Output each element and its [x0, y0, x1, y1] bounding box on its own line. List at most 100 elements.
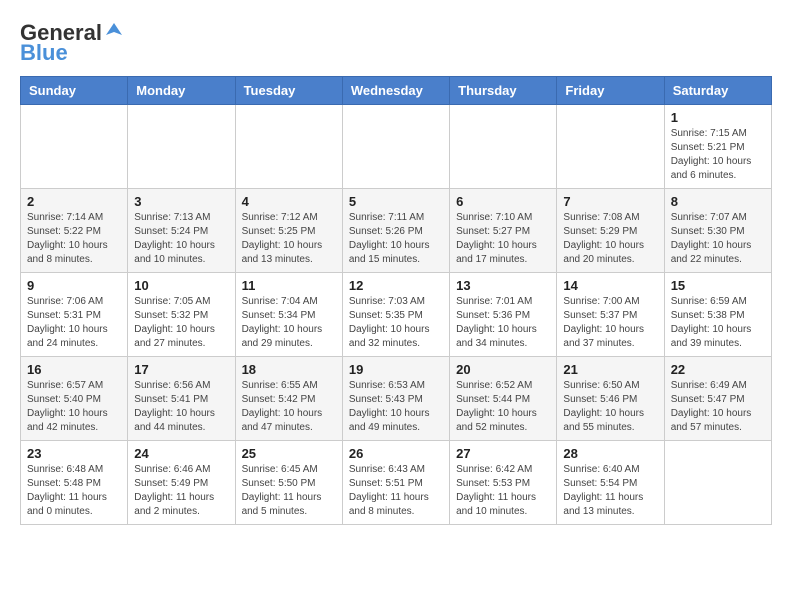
day-info: Sunrise: 7:06 AM Sunset: 5:31 PM Dayligh…: [27, 295, 121, 351]
calendar-cell: 4 Sunrise: 7:12 AM Sunset: 5:25 PM Daylig…: [235, 189, 342, 273]
calendar-cell: 19Sunrise: 6:53 AM Sunset: 5:43 PM Dayli…: [342, 357, 449, 441]
day-number: 24: [134, 446, 228, 461]
day-info: Sunrise: 7:03 AM Sunset: 5:35 PM Dayligh…: [349, 295, 443, 351]
day-number: 9: [27, 278, 121, 293]
day-info: Sunrise: 6:56 AM Sunset: 5:41 PM Dayligh…: [134, 379, 228, 435]
calendar-cell: 6 Sunrise: 7:10 AM Sunset: 5:27 PM Daylig…: [450, 189, 557, 273]
day-number: 22: [671, 362, 765, 377]
calendar-cell: [342, 105, 449, 189]
calendar-cell: 16 Sunrise: 6:57 AM Sunset: 5:40 PM Dayli…: [21, 357, 128, 441]
day-info: Sunrise: 7:07 AM Sunset: 5:30 PM Dayligh…: [671, 211, 765, 267]
calendar-cell: 28 Sunrise: 6:40 AM Sunset: 5:54 PM Dayli…: [557, 441, 664, 525]
day-number: 27: [456, 446, 550, 461]
day-of-week-header: Wednesday: [342, 77, 449, 105]
calendar-cell: [557, 105, 664, 189]
logo-blue-text: Blue: [20, 40, 68, 66]
day-number: 14: [563, 278, 657, 293]
day-number: 19: [349, 362, 443, 377]
calendar-cell: 17 Sunrise: 6:56 AM Sunset: 5:41 PM Dayli…: [128, 357, 235, 441]
day-info: Sunrise: 7:10 AM Sunset: 5:27 PM Dayligh…: [456, 211, 550, 267]
day-info: Sunrise: 7:13 AM Sunset: 5:24 PM Dayligh…: [134, 211, 228, 267]
day-number: 15: [671, 278, 765, 293]
day-info: Sunrise: 7:04 AM Sunset: 5:34 PM Dayligh…: [242, 295, 336, 351]
day-number: 13: [456, 278, 550, 293]
day-number: 25: [242, 446, 336, 461]
calendar-cell: 13 Sunrise: 7:01 AM Sunset: 5:36 PM Dayli…: [450, 273, 557, 357]
day-info: Sunrise: 7:05 AM Sunset: 5:32 PM Dayligh…: [134, 295, 228, 351]
logo-bird-icon: [104, 21, 124, 41]
day-info: Sunrise: 7:00 AM Sunset: 5:37 PM Dayligh…: [563, 295, 657, 351]
day-info: Sunrise: 7:01 AM Sunset: 5:36 PM Dayligh…: [456, 295, 550, 351]
calendar-cell: [450, 105, 557, 189]
day-info: Sunrise: 6:55 AM Sunset: 5:42 PM Dayligh…: [242, 379, 336, 435]
day-number: 17: [134, 362, 228, 377]
calendar-cell: 11Sunrise: 7:04 AM Sunset: 5:34 PM Dayli…: [235, 273, 342, 357]
day-info: Sunrise: 6:42 AM Sunset: 5:53 PM Dayligh…: [456, 463, 550, 519]
day-number: 12: [349, 278, 443, 293]
day-info: Sunrise: 7:12 AM Sunset: 5:25 PM Dayligh…: [242, 211, 336, 267]
day-of-week-header: Monday: [128, 77, 235, 105]
calendar-table: SundayMondayTuesdayWednesdayThursdayFrid…: [20, 76, 772, 525]
calendar-cell: 3 Sunrise: 7:13 AM Sunset: 5:24 PM Daylig…: [128, 189, 235, 273]
day-number: 20: [456, 362, 550, 377]
calendar-cell: 27 Sunrise: 6:42 AM Sunset: 5:53 PM Dayli…: [450, 441, 557, 525]
calendar-cell: [235, 105, 342, 189]
calendar-cell: 2Sunrise: 7:14 AM Sunset: 5:22 PM Daylig…: [21, 189, 128, 273]
day-number: 5: [349, 194, 443, 209]
calendar-cell: 7 Sunrise: 7:08 AM Sunset: 5:29 PM Daylig…: [557, 189, 664, 273]
day-info: Sunrise: 6:59 AM Sunset: 5:38 PM Dayligh…: [671, 295, 765, 351]
day-of-week-header: Sunday: [21, 77, 128, 105]
day-number: 8: [671, 194, 765, 209]
day-number: 21: [563, 362, 657, 377]
day-number: 10: [134, 278, 228, 293]
day-info: Sunrise: 6:57 AM Sunset: 5:40 PM Dayligh…: [27, 379, 121, 435]
calendar-cell: 21 Sunrise: 6:50 AM Sunset: 5:46 PM Dayli…: [557, 357, 664, 441]
calendar-cell: [664, 441, 771, 525]
day-of-week-header: Saturday: [664, 77, 771, 105]
logo: General Blue: [20, 20, 124, 66]
day-number: 16: [27, 362, 121, 377]
day-number: 28: [563, 446, 657, 461]
calendar-week-row: 2Sunrise: 7:14 AM Sunset: 5:22 PM Daylig…: [21, 189, 772, 273]
calendar-week-row: 9 Sunrise: 7:06 AM Sunset: 5:31 PM Daylig…: [21, 273, 772, 357]
day-number: 7: [563, 194, 657, 209]
calendar-cell: 9 Sunrise: 7:06 AM Sunset: 5:31 PM Daylig…: [21, 273, 128, 357]
day-info: Sunrise: 6:40 AM Sunset: 5:54 PM Dayligh…: [563, 463, 657, 519]
calendar-cell: 18 Sunrise: 6:55 AM Sunset: 5:42 PM Dayli…: [235, 357, 342, 441]
day-number: 2: [27, 194, 121, 209]
day-info: Sunrise: 6:50 AM Sunset: 5:46 PM Dayligh…: [563, 379, 657, 435]
calendar-week-row: 1 Sunrise: 7:15 AM Sunset: 5:21 PM Daylig…: [21, 105, 772, 189]
calendar-header-row: SundayMondayTuesdayWednesdayThursdayFrid…: [21, 77, 772, 105]
day-number: 23: [27, 446, 121, 461]
day-info: Sunrise: 6:49 AM Sunset: 5:47 PM Dayligh…: [671, 379, 765, 435]
calendar-cell: 5 Sunrise: 7:11 AM Sunset: 5:26 PM Daylig…: [342, 189, 449, 273]
day-info: Sunrise: 6:52 AM Sunset: 5:44 PM Dayligh…: [456, 379, 550, 435]
calendar-cell: 1 Sunrise: 7:15 AM Sunset: 5:21 PM Daylig…: [664, 105, 771, 189]
day-info: Sunrise: 6:48 AM Sunset: 5:48 PM Dayligh…: [27, 463, 121, 519]
calendar-cell: [128, 105, 235, 189]
day-of-week-header: Friday: [557, 77, 664, 105]
calendar-cell: 25 Sunrise: 6:45 AM Sunset: 5:50 PM Dayli…: [235, 441, 342, 525]
calendar-cell: 10 Sunrise: 7:05 AM Sunset: 5:32 PM Dayli…: [128, 273, 235, 357]
day-info: Sunrise: 7:15 AM Sunset: 5:21 PM Dayligh…: [671, 127, 765, 183]
day-of-week-header: Thursday: [450, 77, 557, 105]
day-info: Sunrise: 6:46 AM Sunset: 5:49 PM Dayligh…: [134, 463, 228, 519]
calendar-cell: 22 Sunrise: 6:49 AM Sunset: 5:47 PM Dayli…: [664, 357, 771, 441]
day-number: 4: [242, 194, 336, 209]
calendar-cell: 14 Sunrise: 7:00 AM Sunset: 5:37 PM Dayli…: [557, 273, 664, 357]
calendar-cell: 24 Sunrise: 6:46 AM Sunset: 5:49 PM Dayli…: [128, 441, 235, 525]
day-info: Sunrise: 7:08 AM Sunset: 5:29 PM Dayligh…: [563, 211, 657, 267]
day-info: Sunrise: 6:43 AM Sunset: 5:51 PM Dayligh…: [349, 463, 443, 519]
day-number: 6: [456, 194, 550, 209]
day-info: Sunrise: 7:11 AM Sunset: 5:26 PM Dayligh…: [349, 211, 443, 267]
calendar-cell: 20 Sunrise: 6:52 AM Sunset: 5:44 PM Dayli…: [450, 357, 557, 441]
day-number: 1: [671, 110, 765, 125]
day-info: Sunrise: 6:45 AM Sunset: 5:50 PM Dayligh…: [242, 463, 336, 519]
calendar-cell: 12 Sunrise: 7:03 AM Sunset: 5:35 PM Dayli…: [342, 273, 449, 357]
day-number: 18: [242, 362, 336, 377]
header: General Blue: [20, 20, 772, 66]
day-number: 3: [134, 194, 228, 209]
calendar-week-row: 23 Sunrise: 6:48 AM Sunset: 5:48 PM Dayli…: [21, 441, 772, 525]
day-number: 26: [349, 446, 443, 461]
calendar-week-row: 16 Sunrise: 6:57 AM Sunset: 5:40 PM Dayli…: [21, 357, 772, 441]
